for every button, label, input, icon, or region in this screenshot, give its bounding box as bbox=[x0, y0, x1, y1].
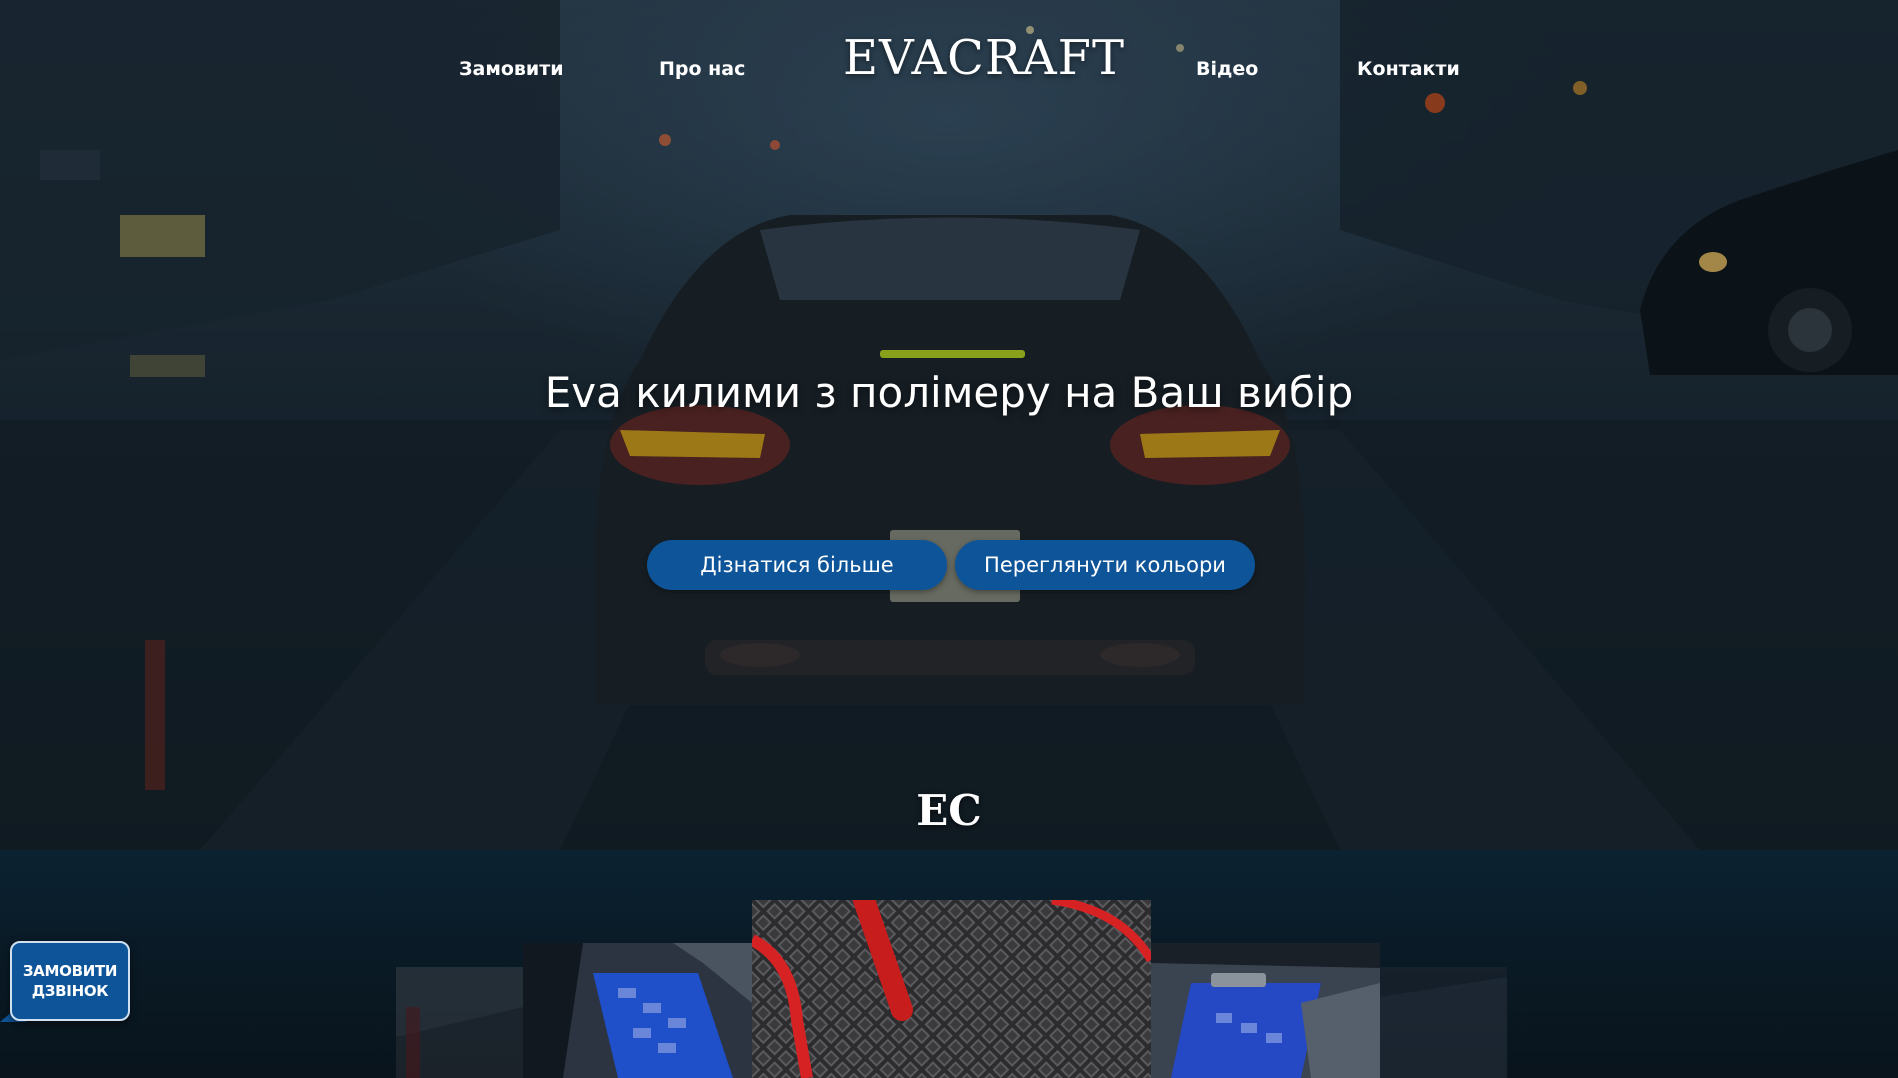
monogram-logo: EC bbox=[916, 786, 982, 835]
site-logo[interactable]: EVACRAFT bbox=[843, 30, 1124, 86]
gallery-slide[interactable] bbox=[1151, 943, 1380, 1078]
order-callback-button[interactable]: ЗАМОВИТИ ДЗВІНОК bbox=[10, 941, 130, 1021]
learn-more-button[interactable]: Дізнатися більше bbox=[647, 540, 947, 590]
callback-label-line2: ДЗВІНОК bbox=[31, 982, 109, 1000]
hero-section: Замовити Про нас EVACRAFT Відео Контакти… bbox=[0, 0, 1898, 850]
gallery-slide[interactable] bbox=[396, 967, 523, 1078]
gallery-slide[interactable] bbox=[1380, 967, 1507, 1078]
nav-link-contacts[interactable]: Контакти bbox=[1357, 58, 1460, 80]
callback-label-line1: ЗАМОВИТИ bbox=[22, 962, 118, 980]
view-colors-button[interactable]: Переглянути кольори bbox=[955, 540, 1255, 590]
top-navigation: Замовити Про нас EVACRAFT Відео Контакти bbox=[0, 0, 1898, 130]
nav-link-order[interactable]: Замовити bbox=[459, 58, 564, 80]
gallery-slide-active[interactable] bbox=[752, 900, 1151, 1078]
nav-link-about[interactable]: Про нас bbox=[659, 58, 745, 80]
hero-headline: Eva килими з полімеру на Ваш вибір bbox=[544, 368, 1354, 417]
gallery-slide[interactable] bbox=[523, 943, 752, 1078]
product-gallery bbox=[0, 850, 1898, 1078]
nav-link-video[interactable]: Відео bbox=[1196, 58, 1258, 80]
